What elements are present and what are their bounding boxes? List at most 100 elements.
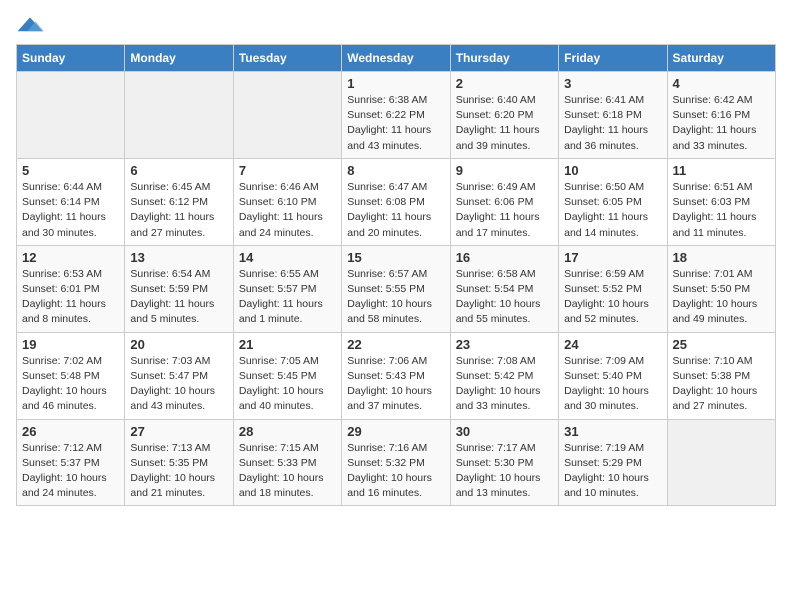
day-info: Sunrise: 6:51 AM Sunset: 6:03 PM Dayligh… [673,180,770,241]
day-info: Sunrise: 6:38 AM Sunset: 6:22 PM Dayligh… [347,93,444,154]
calendar-cell: 9 Sunrise: 6:49 AM Sunset: 6:06 PM Daylig… [450,158,558,245]
day-number: 1 [347,76,444,91]
calendar-cell: 10 Sunrise: 6:50 AM Sunset: 6:05 PM Dayli… [559,158,667,245]
calendar-table: SundayMondayTuesdayWednesdayThursdayFrid… [16,44,776,506]
calendar-cell: 6 Sunrise: 6:45 AM Sunset: 6:12 PM Daylig… [125,158,233,245]
calendar-cell: 27Sunrise: 7:13 AM Sunset: 5:35 PM Dayli… [125,419,233,506]
calendar-cell: 24 Sunrise: 7:09 AM Sunset: 5:40 PM Dayli… [559,332,667,419]
day-number: 8 [347,163,444,178]
day-number: 10 [564,163,661,178]
calendar-cell: 21Sunrise: 7:05 AM Sunset: 5:45 PM Dayli… [233,332,341,419]
calendar-cell: 31 Sunrise: 7:19 AM Sunset: 5:29 PM Dayli… [559,419,667,506]
day-number: 14 [239,250,336,265]
day-info: Sunrise: 7:09 AM Sunset: 5:40 PM Dayligh… [564,354,661,415]
day-info: Sunrise: 7:16 AM Sunset: 5:32 PM Dayligh… [347,441,444,502]
day-number: 19 [22,337,119,352]
col-header-saturday: Saturday [667,45,775,72]
day-info: Sunrise: 6:50 AM Sunset: 6:05 PM Dayligh… [564,180,661,241]
day-number: 21 [239,337,336,352]
day-number: 31 [564,424,661,439]
calendar-cell: 3 Sunrise: 6:41 AM Sunset: 6:18 PM Daylig… [559,72,667,159]
day-info: Sunrise: 6:53 AM Sunset: 6:01 PM Dayligh… [22,267,119,328]
calendar-cell: 8 Sunrise: 6:47 AM Sunset: 6:08 PM Daylig… [342,158,450,245]
day-number: 30 [456,424,553,439]
day-info: Sunrise: 6:49 AM Sunset: 6:06 PM Dayligh… [456,180,553,241]
calendar-cell: 13 Sunrise: 6:54 AM Sunset: 5:59 PM Dayli… [125,245,233,332]
day-number: 7 [239,163,336,178]
day-info: Sunrise: 6:42 AM Sunset: 6:16 PM Dayligh… [673,93,770,154]
day-number: 12 [22,250,119,265]
calendar-cell: 17Sunrise: 6:59 AM Sunset: 5:52 PM Dayli… [559,245,667,332]
calendar-cell [17,72,125,159]
day-number: 22 [347,337,444,352]
day-number: 26 [22,424,119,439]
day-number: 13 [130,250,227,265]
day-info: Sunrise: 7:06 AM Sunset: 5:43 PM Dayligh… [347,354,444,415]
day-info: Sunrise: 7:01 AM Sunset: 5:50 PM Dayligh… [673,267,770,328]
day-number: 11 [673,163,770,178]
day-number: 3 [564,76,661,91]
calendar-week-row: 19 Sunrise: 7:02 AM Sunset: 5:48 PM Dayli… [17,332,776,419]
page-header [16,16,776,34]
day-number: 15 [347,250,444,265]
calendar-cell: 26Sunrise: 7:12 AM Sunset: 5:37 PM Dayli… [17,419,125,506]
day-number: 28 [239,424,336,439]
calendar-week-row: 12 Sunrise: 6:53 AM Sunset: 6:01 PM Dayli… [17,245,776,332]
calendar-cell: 22 Sunrise: 7:06 AM Sunset: 5:43 PM Dayli… [342,332,450,419]
calendar-cell: 18 Sunrise: 7:01 AM Sunset: 5:50 PM Dayli… [667,245,775,332]
calendar-cell: 14 Sunrise: 6:55 AM Sunset: 5:57 PM Dayli… [233,245,341,332]
day-info: Sunrise: 7:17 AM Sunset: 5:30 PM Dayligh… [456,441,553,502]
calendar-cell: 1 Sunrise: 6:38 AM Sunset: 6:22 PM Daylig… [342,72,450,159]
day-number: 6 [130,163,227,178]
calendar-cell: 15 Sunrise: 6:57 AM Sunset: 5:55 PM Dayli… [342,245,450,332]
calendar-week-row: 5Sunrise: 6:44 AM Sunset: 6:14 PM Daylig… [17,158,776,245]
logo-icon [16,16,44,34]
day-number: 18 [673,250,770,265]
day-info: Sunrise: 7:10 AM Sunset: 5:38 PM Dayligh… [673,354,770,415]
calendar-cell: 28 Sunrise: 7:15 AM Sunset: 5:33 PM Dayli… [233,419,341,506]
calendar-cell [667,419,775,506]
day-number: 29 [347,424,444,439]
col-header-monday: Monday [125,45,233,72]
day-number: 9 [456,163,553,178]
day-info: Sunrise: 7:03 AM Sunset: 5:47 PM Dayligh… [130,354,227,415]
day-number: 20 [130,337,227,352]
calendar-cell: 12 Sunrise: 6:53 AM Sunset: 6:01 PM Dayli… [17,245,125,332]
calendar-cell [125,72,233,159]
day-info: Sunrise: 6:55 AM Sunset: 5:57 PM Dayligh… [239,267,336,328]
logo [16,16,48,34]
day-info: Sunrise: 7:15 AM Sunset: 5:33 PM Dayligh… [239,441,336,502]
col-header-sunday: Sunday [17,45,125,72]
day-info: Sunrise: 6:41 AM Sunset: 6:18 PM Dayligh… [564,93,661,154]
calendar-cell: 23 Sunrise: 7:08 AM Sunset: 5:42 PM Dayli… [450,332,558,419]
day-number: 4 [673,76,770,91]
day-info: Sunrise: 6:54 AM Sunset: 5:59 PM Dayligh… [130,267,227,328]
day-info: Sunrise: 7:08 AM Sunset: 5:42 PM Dayligh… [456,354,553,415]
calendar-cell: 11 Sunrise: 6:51 AM Sunset: 6:03 PM Dayli… [667,158,775,245]
day-info: Sunrise: 7:02 AM Sunset: 5:48 PM Dayligh… [22,354,119,415]
calendar-cell: 7Sunrise: 6:46 AM Sunset: 6:10 PM Daylig… [233,158,341,245]
day-number: 16 [456,250,553,265]
day-info: Sunrise: 6:57 AM Sunset: 5:55 PM Dayligh… [347,267,444,328]
day-number: 2 [456,76,553,91]
day-info: Sunrise: 6:58 AM Sunset: 5:54 PM Dayligh… [456,267,553,328]
calendar-week-row: 26Sunrise: 7:12 AM Sunset: 5:37 PM Dayli… [17,419,776,506]
day-number: 24 [564,337,661,352]
calendar-cell: 25 Sunrise: 7:10 AM Sunset: 5:38 PM Dayli… [667,332,775,419]
col-header-wednesday: Wednesday [342,45,450,72]
day-number: 25 [673,337,770,352]
day-info: Sunrise: 6:44 AM Sunset: 6:14 PM Dayligh… [22,180,119,241]
calendar-cell: 4 Sunrise: 6:42 AM Sunset: 6:16 PM Daylig… [667,72,775,159]
col-header-tuesday: Tuesday [233,45,341,72]
day-number: 23 [456,337,553,352]
calendar-cell [233,72,341,159]
calendar-cell: 20 Sunrise: 7:03 AM Sunset: 5:47 PM Dayli… [125,332,233,419]
calendar-cell: 5Sunrise: 6:44 AM Sunset: 6:14 PM Daylig… [17,158,125,245]
col-header-friday: Friday [559,45,667,72]
day-info: Sunrise: 7:19 AM Sunset: 5:29 PM Dayligh… [564,441,661,502]
day-info: Sunrise: 6:45 AM Sunset: 6:12 PM Dayligh… [130,180,227,241]
calendar-cell: 19 Sunrise: 7:02 AM Sunset: 5:48 PM Dayli… [17,332,125,419]
calendar-header-row: SundayMondayTuesdayWednesdayThursdayFrid… [17,45,776,72]
calendar-week-row: 1 Sunrise: 6:38 AM Sunset: 6:22 PM Daylig… [17,72,776,159]
day-info: Sunrise: 6:47 AM Sunset: 6:08 PM Dayligh… [347,180,444,241]
